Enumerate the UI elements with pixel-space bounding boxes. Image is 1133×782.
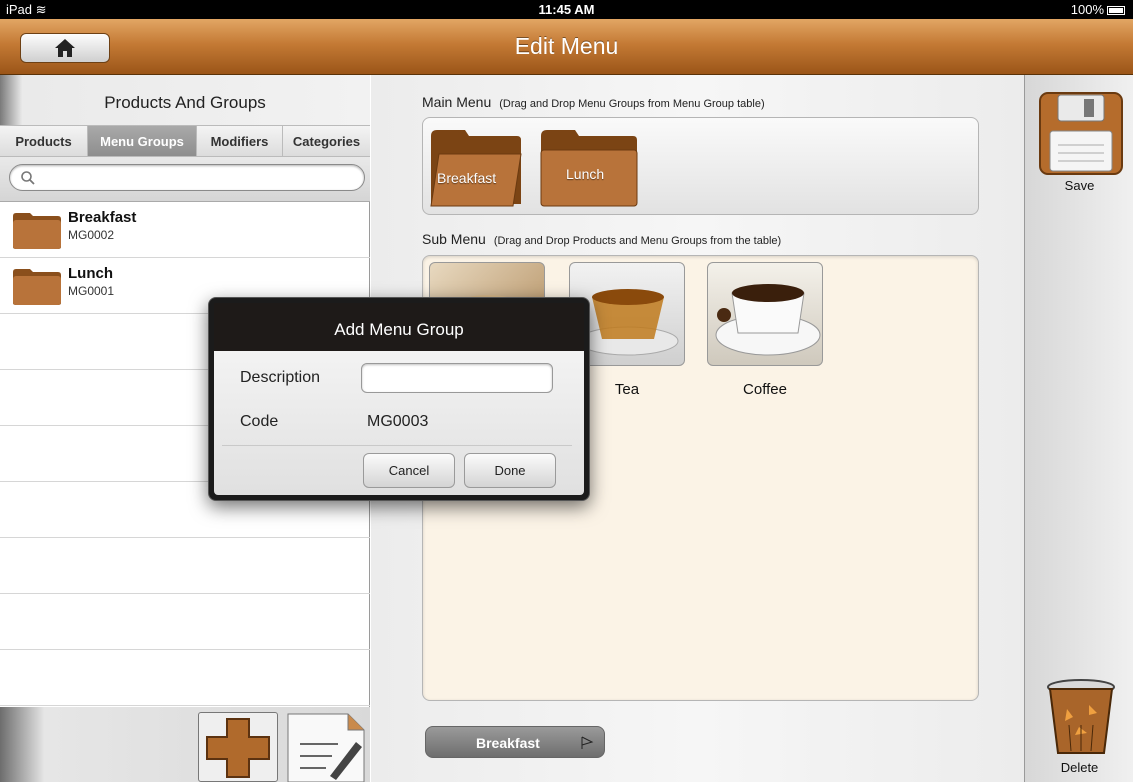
battery-icon xyxy=(1107,6,1125,16)
description-label: Description xyxy=(240,369,321,386)
folder-icon xyxy=(430,130,522,207)
empty-row xyxy=(0,594,370,650)
add-menu-group-dialog: Add Menu Group Description Code MG0003 C… xyxy=(208,297,590,501)
main-menu-drop-zone[interactable]: Breakfast Lunch xyxy=(422,117,979,215)
save-button[interactable] xyxy=(1038,91,1124,176)
search-input[interactable] xyxy=(9,164,365,191)
tab-bar: Products Menu Groups Modifiers Categorie… xyxy=(0,125,370,157)
plus-icon xyxy=(206,718,270,778)
panel-title: Products And Groups xyxy=(0,75,370,125)
add-button[interactable] xyxy=(198,712,278,782)
done-button[interactable]: Done xyxy=(464,453,556,488)
main-menu-item-lunch[interactable]: Lunch xyxy=(539,124,638,210)
code-value: MG0003 xyxy=(367,413,429,430)
cancel-button[interactable]: Cancel xyxy=(363,453,455,488)
sub-menu-heading: Sub Menu (Drag and Drop Products and Menu… xyxy=(422,231,782,247)
panel-toolbar xyxy=(0,707,370,782)
coffee-cup-image xyxy=(715,284,821,356)
tab-categories[interactable]: Categories xyxy=(283,126,370,156)
item-name: Lunch xyxy=(68,265,113,282)
sub-menu-item-label: Coffee xyxy=(743,381,787,398)
main-menu-item-breakfast[interactable]: Breakfast xyxy=(429,124,523,210)
empty-row xyxy=(0,650,370,706)
delete-label: Delete xyxy=(1060,760,1099,775)
clock: 11:45 AM xyxy=(538,2,595,17)
description-field[interactable] xyxy=(361,363,553,393)
save-label: Save xyxy=(1064,178,1095,193)
tab-modifiers[interactable]: Modifiers xyxy=(197,126,283,156)
battery-indicator: 100% xyxy=(1071,2,1125,17)
status-bar: iPad ≋ 11:45 AM 100% xyxy=(0,0,1133,19)
item-code: MG0002 xyxy=(68,228,115,242)
navigation-bar: Edit Menu xyxy=(0,19,1133,75)
trash-bin-icon xyxy=(1047,679,1115,754)
sub-menu-item-coffee[interactable] xyxy=(707,262,823,366)
tab-products[interactable]: Products xyxy=(0,126,88,156)
page-title: Edit Menu xyxy=(514,33,619,59)
main-menu-heading: Main Menu (Drag and Drop Menu Groups from… xyxy=(422,94,765,110)
list-item[interactable]: Breakfast MG0002 xyxy=(0,202,370,258)
dialog-body: Description Code MG0003 Cancel Done xyxy=(214,351,584,495)
search-icon xyxy=(21,171,35,185)
empty-row xyxy=(0,538,370,594)
item-code: MG0001 xyxy=(68,284,115,298)
tab-menu-groups[interactable]: Menu Groups xyxy=(88,126,197,156)
edit-button[interactable] xyxy=(286,712,366,782)
search-bar xyxy=(0,157,370,202)
active-menu-tab[interactable]: Breakfast xyxy=(425,726,605,758)
item-name: Breakfast xyxy=(68,209,137,226)
flag-icon xyxy=(581,736,594,749)
folder-icon xyxy=(13,269,61,305)
floppy-disk-icon xyxy=(1039,92,1123,175)
edit-document-icon xyxy=(287,713,365,782)
folder-icon xyxy=(13,213,61,249)
actions-panel: Save Delete xyxy=(1024,75,1133,782)
dialog-title: Add Menu Group xyxy=(214,303,584,351)
code-label: Code xyxy=(240,413,279,430)
delete-button[interactable] xyxy=(1045,677,1117,755)
divider xyxy=(222,445,572,446)
